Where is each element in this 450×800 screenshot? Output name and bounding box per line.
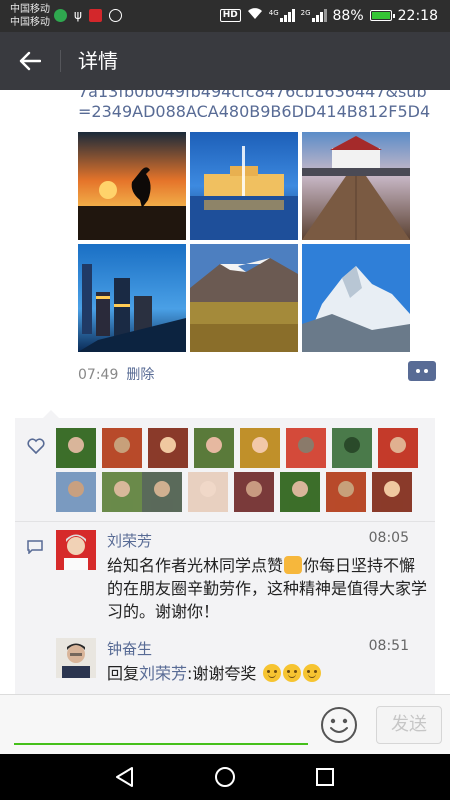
heart-icon — [27, 438, 45, 454]
like-avatar[interactable] — [240, 428, 280, 468]
emoji-button[interactable] — [320, 706, 358, 744]
comment-item[interactable]: 钟奋生 08:51 回复刘荣芳:谢谢夸奖 — [15, 630, 435, 694]
post-meta: 07:49 删除 — [78, 364, 154, 384]
sync-icon — [108, 8, 122, 22]
nav-home-icon[interactable] — [213, 765, 237, 789]
comment-time: 08:51 — [368, 638, 409, 654]
like-avatar[interactable] — [142, 472, 182, 512]
title-divider — [60, 50, 61, 72]
like-avatar[interactable] — [188, 472, 228, 512]
lit-palace-fountain-photo[interactable] — [190, 132, 298, 240]
title-bar: 详情 — [0, 32, 450, 90]
usb-icon: ψ — [74, 8, 82, 22]
reply-text: :谢谢夸奖 — [187, 664, 257, 683]
dot-icon — [416, 369, 420, 373]
huawei-icon — [88, 8, 102, 22]
likes-comments-panel: 刘荣芳 08:05 给知名作者光林同学点赞 你每日坚持不懈的在朋友圈辛勤劳作，这种… — [15, 410, 435, 694]
city-skyline-night-photo[interactable] — [78, 244, 186, 352]
like-avatar[interactable] — [280, 472, 320, 512]
battery-percent: 88% — [332, 7, 364, 24]
like-avatar[interactable] — [102, 428, 142, 468]
snow-mountain-photo[interactable] — [302, 244, 410, 352]
back-button[interactable] — [12, 45, 48, 77]
pier-lighthouse-photo[interactable] — [302, 132, 410, 240]
network-2-label: 2G — [300, 9, 311, 17]
like-avatar[interactable] — [56, 428, 96, 468]
like-avatar[interactable] — [234, 472, 274, 512]
like-avatar[interactable] — [148, 428, 188, 468]
panel-pointer — [43, 410, 59, 418]
comment-time: 08:05 — [368, 530, 409, 546]
post-time: 07:49 — [78, 367, 119, 383]
carrier-labels: 中国移动 中国移动 — [10, 3, 50, 29]
comment-text-part: 给知名作者光林同学点赞 — [107, 556, 284, 575]
send-button[interactable]: 发送 — [376, 706, 442, 744]
smile-emoji-icon — [282, 664, 301, 682]
commenter-name[interactable]: 刘荣芳 — [107, 530, 152, 551]
nav-recents-icon[interactable] — [313, 765, 337, 789]
thumbs-up-icon — [284, 556, 303, 574]
likes-row — [15, 418, 435, 518]
commenter-name[interactable]: 钟奋生 — [107, 638, 152, 659]
post-link-text[interactable]: 7a13fb0b049fb494cfc8476cb1636447&sub=234… — [78, 90, 438, 122]
like-avatar[interactable] — [56, 472, 96, 512]
input-underline — [14, 743, 308, 745]
like-avatar[interactable] — [286, 428, 326, 468]
volcano-plain-photo[interactable] — [190, 244, 298, 352]
page-title: 详情 — [78, 49, 118, 73]
comment-action-button[interactable] — [408, 361, 436, 381]
comment-text: 给知名作者光林同学点赞 你每日坚持不懈的在朋友圈辛勤劳作，这种精神是值得大家学习的… — [107, 554, 427, 623]
smile-emoji-icon — [302, 664, 321, 682]
smile-emoji-icon — [262, 664, 281, 682]
clock: 22:18 — [397, 7, 438, 24]
avatar[interactable] — [56, 530, 96, 570]
carrier-2: 中国移动 — [10, 17, 50, 28]
comment-item[interactable]: 刘荣芳 08:05 给知名作者光林同学点赞 你每日坚持不懈的在朋友圈辛勤劳作，这种… — [15, 522, 435, 626]
reply-target-name[interactable]: 刘荣芳 — [139, 664, 187, 683]
status-right: HD 4G 2G 88% 22:18 — [219, 7, 438, 24]
comment-input-bar: 发送 — [0, 694, 450, 754]
smiley-icon — [321, 707, 357, 743]
hd-badge: HD — [219, 9, 241, 22]
photo-grid — [78, 132, 410, 352]
comment-input[interactable] — [14, 703, 308, 741]
dot-icon — [424, 369, 428, 373]
battery-icon — [369, 10, 395, 21]
nav-back-icon[interactable] — [113, 765, 137, 789]
comment-icon — [27, 540, 43, 554]
like-avatar[interactable] — [194, 428, 234, 468]
reply-prefix: 回复 — [107, 664, 140, 683]
signal-2-icon: 2G — [301, 9, 327, 22]
notification-icons: ψ — [54, 8, 122, 22]
avatar[interactable] — [56, 638, 96, 678]
status-bar: 中国移动 中国移动 ψ HD 4G 2G 88% 22:18 — [0, 0, 450, 32]
like-avatar[interactable] — [326, 472, 366, 512]
comment-text: 回复刘荣芳:谢谢夸奖 — [107, 662, 427, 685]
like-avatar-list — [56, 428, 434, 516]
system-nav-bar — [0, 754, 450, 800]
app-notification-icon — [54, 8, 67, 22]
like-avatar[interactable] — [102, 472, 142, 512]
wifi-icon — [247, 7, 263, 24]
signal-1-icon: 4G — [269, 9, 295, 22]
carrier-1: 中国移动 — [10, 4, 50, 15]
post-detail[interactable]: 7a13fb0b049fb494cfc8476cb1636447&sub=234… — [0, 90, 450, 694]
arrow-left-icon — [19, 51, 41, 71]
like-avatar[interactable] — [332, 428, 372, 468]
sunset-heron-photo[interactable] — [78, 132, 186, 240]
network-1-label: 4G — [268, 9, 279, 17]
like-avatar[interactable] — [378, 428, 418, 468]
delete-link[interactable]: 删除 — [126, 367, 154, 383]
like-avatar[interactable] — [372, 472, 412, 512]
